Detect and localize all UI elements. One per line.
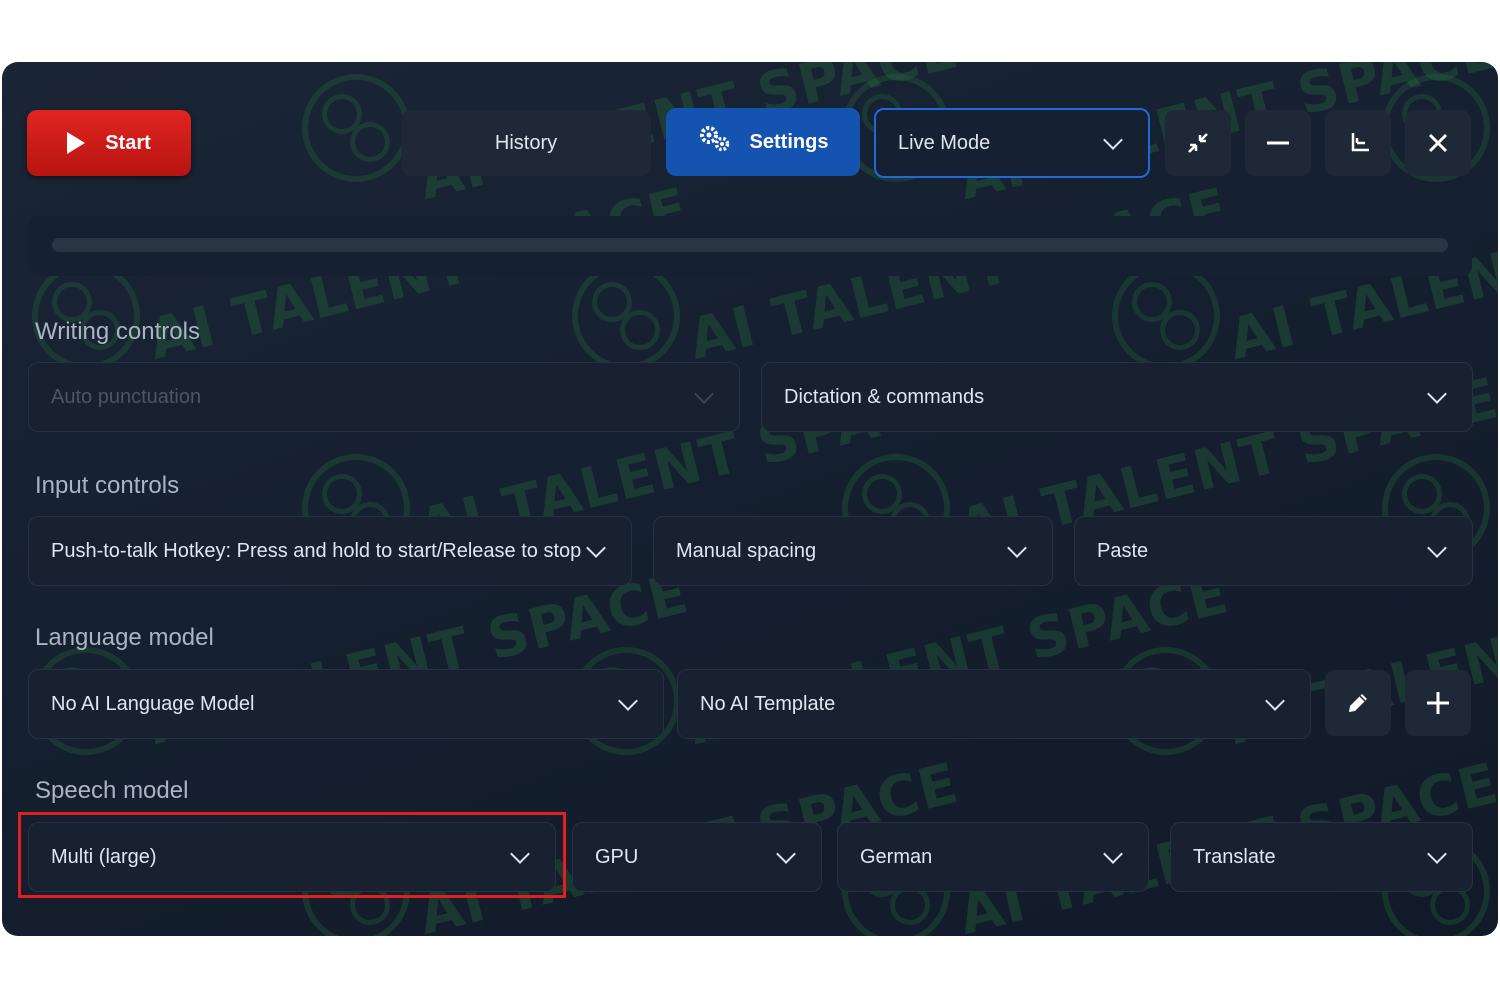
settings-label: Settings [749,130,829,153]
audio-level-bar [52,238,1448,252]
mode-dropdown[interactable]: Live Mode [874,108,1150,178]
spacing-dropdown[interactable]: Manual spacing [653,516,1053,586]
hotkey-dropdown-value: Push-to-talk Hotkey: Press and hold to s… [51,539,582,562]
spacing-dropdown-value: Manual spacing [676,539,817,562]
speech-language-dropdown-value: German [860,845,933,868]
close-button[interactable] [1405,110,1471,176]
chevron-down-icon [1265,691,1285,711]
template-dropdown-value: No AI Template [700,692,836,715]
chevron-down-icon [510,844,530,864]
minus-icon [1267,141,1289,145]
start-label: Start [105,131,151,154]
chevron-down-icon [694,384,714,404]
history-label: History [494,131,558,154]
device-dropdown-value: GPU [595,845,639,868]
minimize-button[interactable] [1245,110,1311,176]
section-title-speech: Speech model [35,777,189,804]
play-icon [67,132,86,154]
chevron-down-icon [1427,844,1447,864]
collapse-arrows-icon [1188,133,1208,153]
output-dropdown[interactable]: Paste [1074,516,1473,586]
chevron-down-icon [1007,538,1027,558]
task-dropdown[interactable]: Translate [1170,822,1473,892]
dock-button[interactable] [1325,110,1391,176]
hotkey-dropdown[interactable]: Push-to-talk Hotkey: Press and hold to s… [28,516,632,586]
chevron-down-icon [1427,538,1447,558]
watermark-logo-icon [1112,262,1220,370]
punctuation-dropdown-value: Auto punctuation [51,385,202,408]
language-model-dropdown[interactable]: No AI Language Model [28,669,664,739]
section-title-input: Input controls [35,472,180,499]
watermark-logo-icon [572,262,680,370]
watermark-logo-icon [302,74,410,182]
chevron-down-icon [1103,130,1123,150]
mode-dropdown-value: Live Mode [898,131,991,154]
dictation-dropdown[interactable]: Dictation & commands [761,362,1473,432]
watermark-logo-icon [32,262,140,370]
plus-icon [1427,692,1449,714]
template-dropdown[interactable]: No AI Template [677,669,1311,739]
language-model-dropdown-value: No AI Language Model [51,692,255,715]
add-template-button[interactable] [1405,670,1471,736]
chevron-down-icon [586,538,606,558]
gears-icon [698,124,732,161]
chevron-down-icon [618,691,638,711]
history-button[interactable]: History [401,110,651,176]
dock-icon [1351,133,1369,152]
device-dropdown[interactable]: GPU [572,822,822,892]
chevron-down-icon [1103,844,1123,864]
collapse-button[interactable] [1165,110,1231,176]
output-dropdown-value: Paste [1097,539,1149,562]
pencil-icon [1349,694,1367,712]
section-title-language: Language model [35,624,214,651]
speech-language-dropdown[interactable]: German [837,822,1149,892]
section-title-writing: Writing controls [35,318,200,345]
start-button[interactable]: Start [27,110,191,176]
edit-template-button[interactable] [1325,670,1391,736]
settings-button[interactable]: Settings [666,108,860,176]
audio-level-track [28,216,1472,276]
dictation-dropdown-value: Dictation & commands [784,385,985,408]
chevron-down-icon [1427,384,1447,404]
speech-model-dropdown-value: Multi (large) [51,845,157,868]
chevron-down-icon [776,844,796,864]
task-dropdown-value: Translate [1193,845,1276,868]
punctuation-dropdown[interactable]: Auto punctuation [28,362,740,432]
app-window: AI TALENT SPACE AI TALENT SPACE AI TALEN… [2,62,1498,936]
close-icon [1428,133,1448,153]
speech-model-dropdown[interactable]: Multi (large) [28,822,556,892]
